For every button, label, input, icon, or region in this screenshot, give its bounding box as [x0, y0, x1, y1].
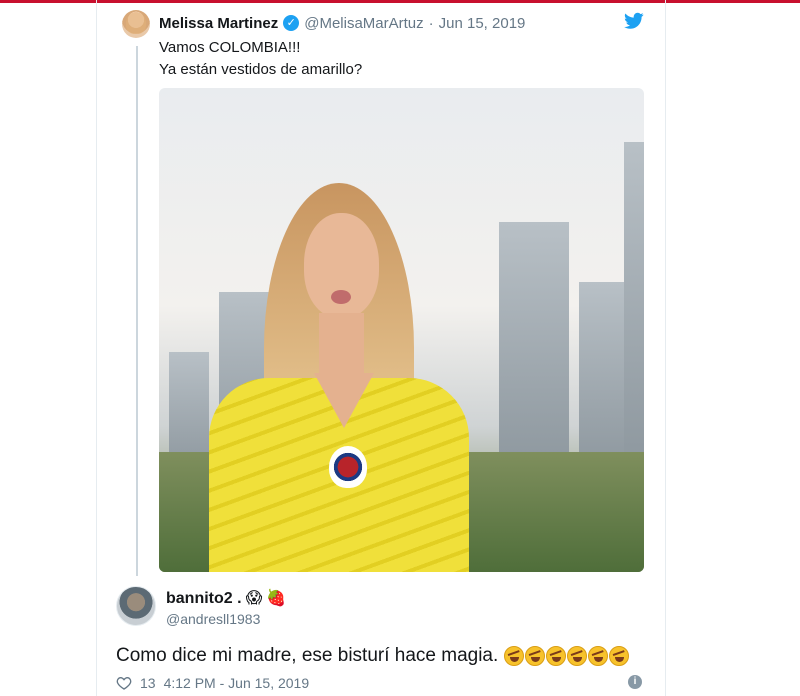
reply-text: Como dice mi madre, ese bisturí hace mag…	[116, 645, 630, 667]
rofl-emoji	[609, 646, 630, 666]
laughing-emoji-row	[504, 646, 630, 666]
avatar-bannito2[interactable]	[116, 586, 156, 626]
tweet-photo[interactable]	[159, 88, 644, 572]
reply-meta: 13 4:12 PM - Jun 15, 2019	[116, 673, 309, 693]
author-name[interactable]: Melissa Martinez	[159, 15, 278, 32]
verified-icon: ✓	[283, 15, 300, 31]
quoted-tweet-header: Melissa Martinez ✓ @MelisaMarArtuz · Jun…	[159, 13, 525, 33]
tweet-line-1: Vamos COLOMBIA!!!	[159, 39, 301, 56]
like-count[interactable]: 13	[140, 675, 156, 691]
quoted-tweet-text: Vamos COLOMBIA!!! Ya están vestidos de a…	[159, 37, 362, 81]
building	[624, 142, 644, 472]
reply-handle[interactable]: @andresll1983	[166, 611, 260, 627]
thread-line	[136, 46, 138, 576]
rofl-emoji	[567, 646, 588, 666]
separator-dot: ·	[428, 14, 434, 32]
info-icon[interactable]: i	[628, 675, 642, 689]
jersey-crest	[329, 446, 367, 488]
building	[579, 282, 624, 472]
scream-emoji: 😱	[245, 590, 263, 607]
strawberry-emoji: 🍓	[266, 590, 287, 607]
tweet-date[interactable]: Jun 15, 2019	[439, 15, 526, 32]
woman-figure	[209, 178, 469, 572]
heart-icon[interactable]	[116, 675, 132, 691]
rofl-emoji	[504, 646, 525, 666]
rofl-emoji	[525, 646, 546, 666]
tweet-line-2: Ya están vestidos de amarillo?	[159, 61, 363, 78]
reply-text-body: Como dice mi madre, ese bisturí hace mag…	[116, 645, 499, 666]
reply-author[interactable]: bannito2 . 😱 🍓	[166, 589, 286, 609]
reply-author-name[interactable]: bannito2 .	[166, 590, 242, 608]
twitter-bird-icon[interactable]	[624, 12, 644, 30]
reply-timestamp[interactable]: 4:12 PM - Jun 15, 2019	[164, 675, 310, 691]
author-handle[interactable]: @MelisaMarArtuz	[304, 15, 423, 32]
building	[499, 222, 569, 472]
rofl-emoji	[546, 646, 567, 666]
rofl-emoji	[588, 646, 609, 666]
avatar-melissa[interactable]	[122, 10, 150, 38]
